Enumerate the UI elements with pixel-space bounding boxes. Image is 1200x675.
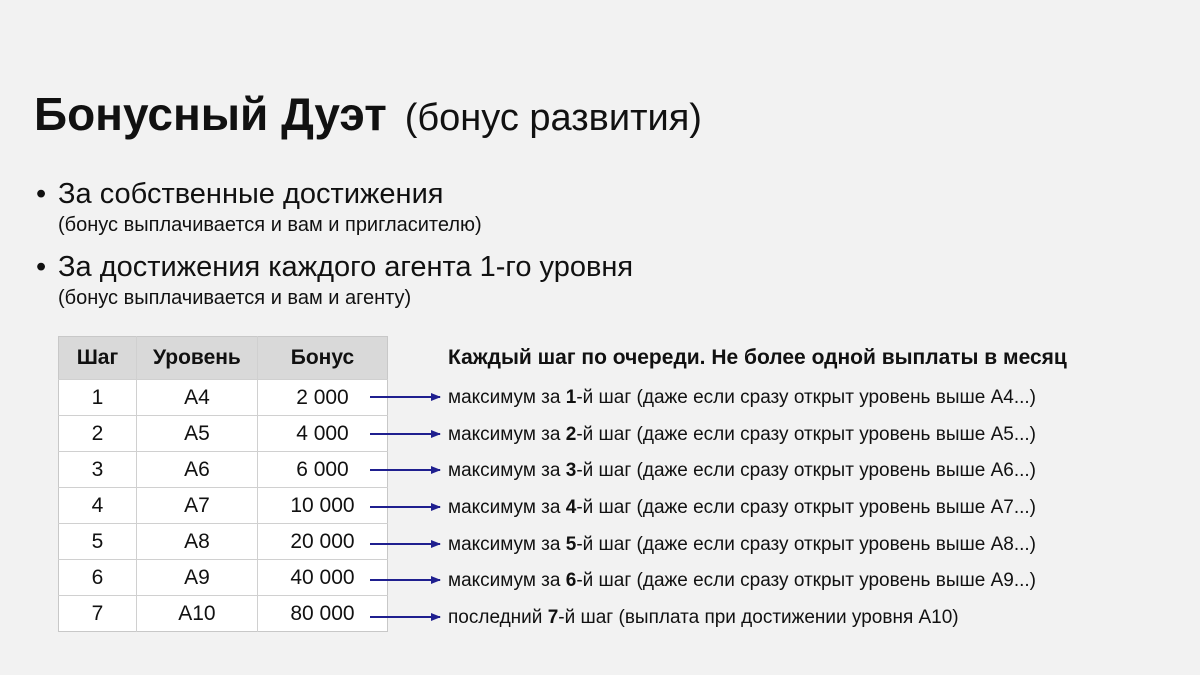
table-row: 2 А5 4 000 (58, 415, 388, 452)
bullet-text: За достижения каждого агента 1-го уровня (58, 251, 634, 283)
cell-bonus: 2 000 (256, 379, 388, 416)
cell-bonus: 40 000 (256, 559, 388, 596)
rule-suffix: -й шаг (даже если сразу открыт уровень в… (576, 497, 1036, 518)
cell-bonus: 10 000 (256, 487, 388, 524)
rule-step-1: максимум за 1-й шаг (даже если сразу отк… (448, 386, 1036, 410)
rule-step-number: 2 (565, 424, 577, 445)
rule-step-number: 1 (565, 387, 577, 408)
table-row: 1 А4 2 000 (58, 379, 388, 416)
cell-step: 4 (58, 487, 137, 524)
rule-step-3: максимум за 3-й шаг (даже если сразу отк… (448, 459, 1036, 483)
rule-step-4: максимум за 4-й шаг (даже если сразу отк… (448, 496, 1036, 520)
rule-suffix: -й шаг (даже если сразу открыт уровень в… (576, 534, 1036, 555)
table-row: 7 А10 80 000 (58, 595, 388, 632)
rule-prefix: последний (448, 607, 548, 628)
table-row: 3 А6 6 000 (58, 451, 388, 488)
cell-bonus: 80 000 (256, 595, 388, 632)
header-bonus: Бонус (256, 336, 388, 380)
cell-step: 6 (58, 559, 137, 596)
cell-level: А9 (135, 559, 258, 596)
rule-step-6: максимум за 6-й шаг (даже если сразу отк… (448, 569, 1036, 593)
rules-heading: Каждый шаг по очереди. Не более одной вы… (448, 346, 1067, 369)
rule-step-number: 5 (565, 534, 577, 555)
header-step: Шаг (58, 336, 137, 380)
cell-bonus: 20 000 (256, 523, 388, 560)
rule-step-7: последний 7-й шаг (выплата при достижени… (448, 606, 959, 630)
rule-suffix: -й шаг (выплата при достижении уровня А1… (558, 607, 959, 628)
cell-step: 5 (58, 523, 137, 560)
rule-prefix: максимум за (448, 497, 566, 518)
bullet-text: За собственные достижения (58, 178, 444, 210)
cell-level: А6 (135, 451, 258, 488)
bullet-dot: • (36, 178, 47, 210)
cell-level: А8 (135, 523, 258, 560)
table-row: 6 А9 40 000 (58, 559, 388, 596)
cell-step: 2 (58, 415, 137, 452)
table-header-row: Шаг Уровень Бонус (58, 336, 388, 380)
bullet-note: (бонус выплачивается и вам и пригласител… (58, 214, 482, 236)
rule-suffix: -й шаг (даже если сразу открыт уровень в… (576, 570, 1036, 591)
cell-step: 1 (58, 379, 137, 416)
rule-step-number: 6 (565, 570, 577, 591)
cell-bonus: 6 000 (256, 451, 388, 488)
cell-bonus: 4 000 (256, 415, 388, 452)
rule-prefix: максимум за (448, 570, 566, 591)
cell-step: 7 (58, 595, 137, 632)
cell-level: А7 (135, 487, 258, 524)
rule-step-number: 7 (547, 607, 559, 628)
bonus-table: Шаг Уровень Бонус 1 А4 2 000 2 А5 4 000 … (58, 336, 388, 632)
rule-suffix: -й шаг (даже если сразу открыт уровень в… (576, 387, 1036, 408)
bullet-own-achievements: • За собственные достижения (бонус выплач… (36, 176, 482, 238)
bullet-note: (бонус выплачивается и вам и агенту) (58, 287, 412, 309)
cell-level: А10 (135, 595, 258, 632)
title-main: Бонусный Дуэт (34, 88, 387, 140)
header-level: Уровень (135, 336, 258, 380)
rule-step-2: максимум за 2-й шаг (даже если сразу отк… (448, 423, 1036, 447)
slide-title: Бонусный Дуэт (бонус развития) (34, 84, 702, 156)
rule-prefix: максимум за (448, 424, 566, 445)
rule-step-number: 4 (565, 497, 577, 518)
table-row: 4 А7 10 000 (58, 487, 388, 524)
table-row: 5 А8 20 000 (58, 523, 388, 560)
rule-suffix: -й шаг (даже если сразу открыт уровень в… (576, 460, 1036, 481)
rule-prefix: максимум за (448, 534, 566, 555)
rule-suffix: -й шаг (даже если сразу открыт уровень в… (576, 424, 1036, 445)
rule-step-5: максимум за 5-й шаг (даже если сразу отк… (448, 533, 1036, 557)
rule-prefix: максимум за (448, 387, 566, 408)
cell-step: 3 (58, 451, 137, 488)
cell-level: А5 (135, 415, 258, 452)
bullet-dot: • (36, 251, 47, 283)
title-subtitle: (бонус развития) (404, 97, 702, 139)
rule-step-number: 3 (565, 460, 577, 481)
rule-prefix: максимум за (448, 460, 566, 481)
cell-level: А4 (135, 379, 258, 416)
bullet-agent-achievements: • За достижения каждого агента 1-го уровн… (36, 249, 633, 311)
